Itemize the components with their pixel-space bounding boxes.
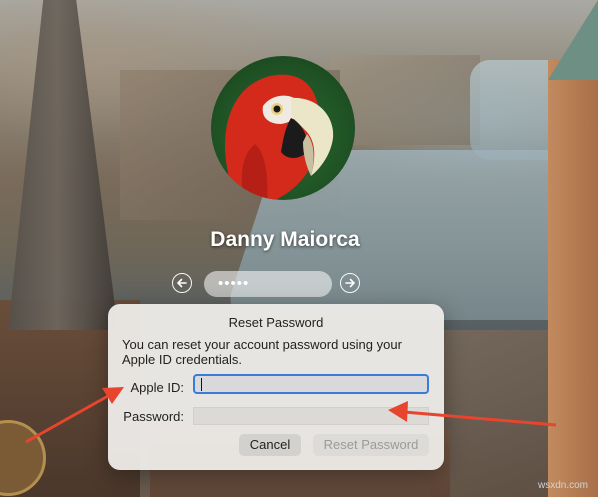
- arrow-to-apple-id: [25, 387, 124, 444]
- watermark: wsxdn.com: [538, 480, 589, 491]
- annotation-arrows: [25, 387, 557, 444]
- arrow-to-password: [388, 401, 557, 427]
